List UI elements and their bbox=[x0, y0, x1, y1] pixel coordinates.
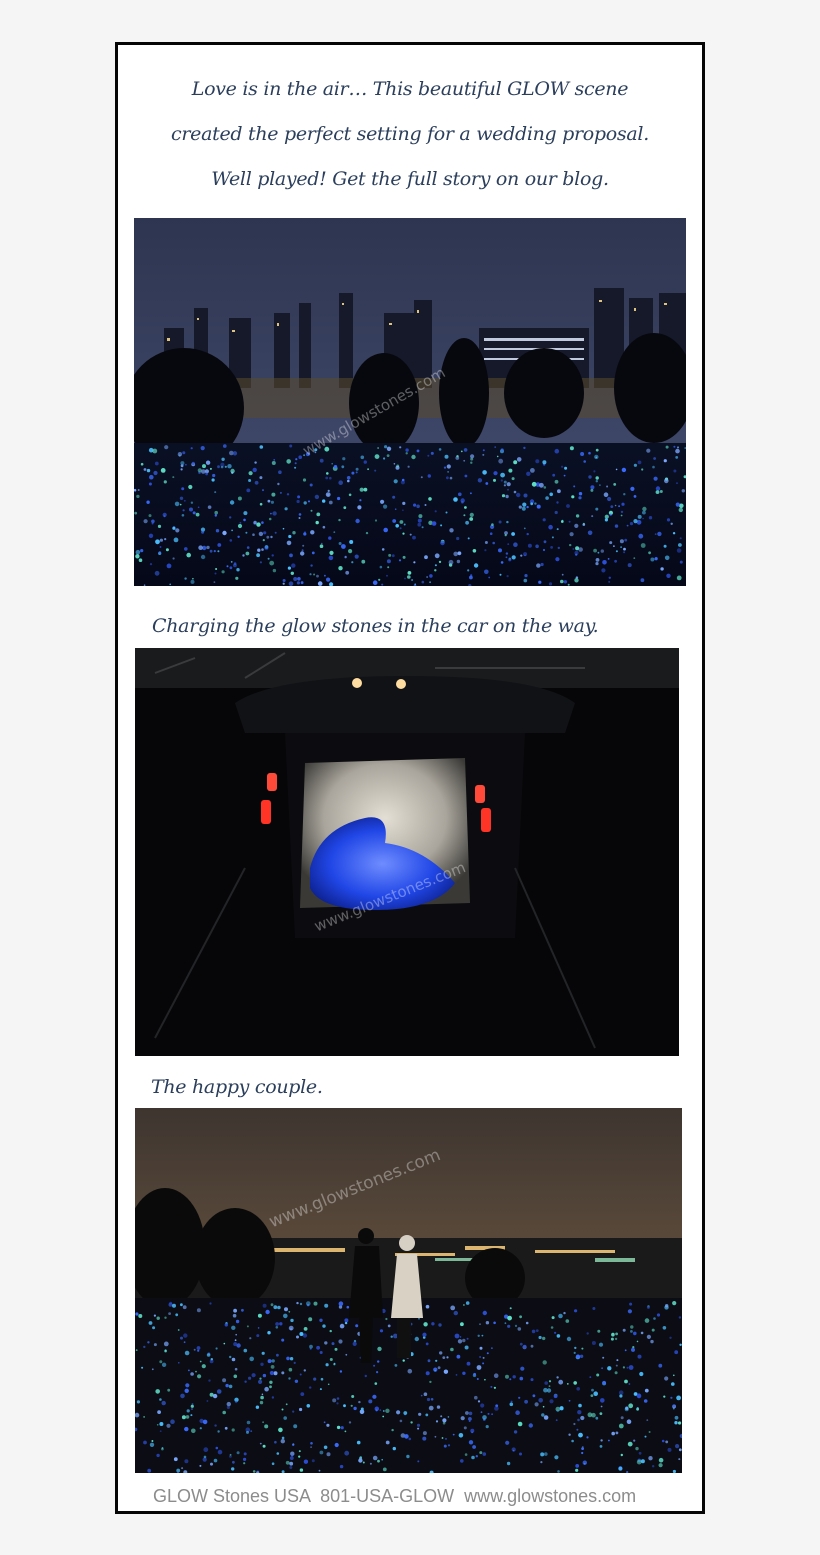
intro-line-2: created the perfect setting for a weddin… bbox=[171, 123, 649, 145]
story-card: Love is in the air… This beautiful GLOW … bbox=[115, 42, 705, 1514]
intro-line-3: Well played! Get the full story on our b… bbox=[211, 168, 609, 190]
caption-couple: The happy couple. bbox=[151, 1076, 323, 1098]
footer-contact: GLOW Stones USA 801-USA-GLOW www.glowsto… bbox=[153, 1486, 637, 1506]
intro-text: Love is in the air… This beautiful GLOW … bbox=[118, 67, 702, 202]
caption-car: Charging the glow stones in the car on t… bbox=[152, 615, 599, 637]
car-charging-photo: www.glowstones.com bbox=[135, 648, 679, 1056]
happy-couple-photo: www.glowstones.com bbox=[135, 1108, 682, 1473]
skyline-glow-photo: www.glowstones.com bbox=[134, 218, 686, 586]
intro-line-1: Love is in the air… This beautiful GLOW … bbox=[191, 78, 629, 100]
